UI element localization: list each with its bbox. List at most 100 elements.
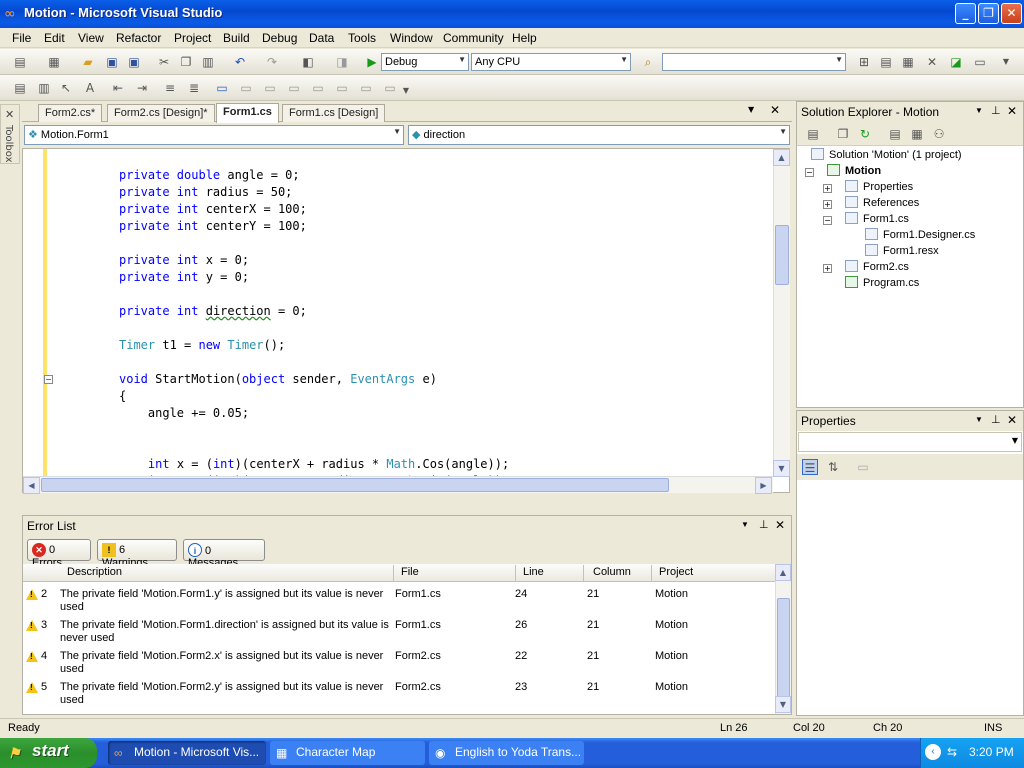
column-description[interactable]: Description <box>67 566 122 578</box>
tree-node-project[interactable]: Motion <box>827 164 881 177</box>
error-list-row[interactable]: 5 The private field 'Motion.Form2.y' is … <box>23 679 775 710</box>
active-files-dropdown-icon[interactable]: ▼ <box>748 105 754 114</box>
error-list-row[interactable]: 2 The private field 'Motion.Form1.y' is … <box>23 586 775 617</box>
editor-horizontal-scrollbar[interactable]: ◀ ▶ <box>23 476 773 494</box>
add-item-icon[interactable]: ▦ <box>46 54 62 70</box>
auto-hide-pin-icon[interactable]: ⊥ <box>991 104 1001 117</box>
menu-help[interactable]: Help <box>512 31 537 45</box>
editor-hscroll-thumb[interactable] <box>41 478 669 492</box>
save-all-icon[interactable]: ▣ <box>126 54 142 70</box>
code-editor[interactable]: private double angle = 0; private int ra… <box>22 148 790 494</box>
tree-node-solution[interactable]: Solution 'Motion' (1 project) <box>811 148 962 161</box>
error-list-scroll-thumb[interactable] <box>777 598 790 708</box>
previous-bookmark-in-document-icon[interactable]: ▭ <box>334 80 350 96</box>
scroll-up-icon[interactable]: ▲ <box>775 564 791 581</box>
scroll-down-icon[interactable]: ▼ <box>773 460 790 477</box>
errors-filter-button[interactable]: ✕ 0 Errors <box>27 539 91 569</box>
properties-window-icon[interactable]: ▤ <box>878 54 894 70</box>
tree-node-references[interactable]: References <box>845 196 919 209</box>
find-combo[interactable]: ▼ <box>662 53 846 71</box>
column-column[interactable]: Column <box>593 566 631 578</box>
properties-icon[interactable]: ▤ <box>805 126 821 142</box>
window-position-icon[interactable]: ▼ <box>975 415 983 424</box>
expand-toggle[interactable]: + <box>823 264 832 273</box>
expand-toggle[interactable]: + <box>823 184 832 193</box>
find-in-files-icon[interactable]: ⌕ <box>640 54 656 70</box>
editor-vertical-scrollbar[interactable]: ▲ ▼ <box>773 149 790 477</box>
tree-node-program[interactable]: Program.cs <box>845 276 919 289</box>
menu-window[interactable]: Window <box>390 31 433 45</box>
code-line-centerx[interactable]: private int centerX = 100; <box>119 202 307 216</box>
messages-filter-button[interactable]: i0 Messages <box>183 539 265 569</box>
tree-node-properties[interactable]: Properties <box>845 180 913 193</box>
object-browser-icon[interactable]: ▦ <box>900 54 916 70</box>
code-line-startmotion[interactable]: void StartMotion(object sender, EventArg… <box>119 372 437 386</box>
code-line-direction[interactable]: private int direction = 0; <box>119 304 307 318</box>
start-button[interactable]: ⚑ start <box>0 738 97 768</box>
column-divider[interactable] <box>651 565 652 581</box>
solution-platform-combo[interactable]: Any CPU ▼ <box>471 53 631 71</box>
code-line-centery[interactable]: private int centerY = 100; <box>119 219 307 233</box>
open-file-icon[interactable]: ▰ <box>80 54 96 70</box>
property-pages-icon[interactable]: ▭ <box>855 459 871 475</box>
close-button[interactable]: ✕ <box>1001 3 1022 24</box>
editor-scroll-thumb[interactable] <box>775 225 789 285</box>
menu-community[interactable]: Community <box>443 31 504 45</box>
scroll-right-icon[interactable]: ▶ <box>755 477 772 494</box>
next-bookmark-in-folder-icon[interactable]: ▭ <box>310 80 326 96</box>
code-line-radius[interactable]: private int radius = 50; <box>119 185 292 199</box>
next-bookmark-icon[interactable]: ▭ <box>262 80 278 96</box>
window-position-icon[interactable]: ▼ <box>975 106 983 115</box>
decrease-indent-icon[interactable]: ⇤ <box>110 80 126 96</box>
taskbar-item-visual-studio[interactable]: ∞ Motion - Microsoft Vis... <box>108 741 266 765</box>
show-all-files-icon[interactable]: ❐ <box>835 126 851 142</box>
start-page-icon[interactable]: ◪ <box>948 54 964 70</box>
network-icon[interactable]: ⇆ <box>947 745 957 759</box>
auto-hide-pin-icon[interactable]: ⊥ <box>759 518 769 531</box>
menu-tools[interactable]: Tools <box>348 31 376 45</box>
view-code-icon[interactable]: ▤ <box>887 126 903 142</box>
menu-refactor[interactable]: Refactor <box>116 31 161 45</box>
error-list-row[interactable]: 4 The private field 'Motion.Form2.x' is … <box>23 648 775 679</box>
close-panel-icon[interactable]: ✕ <box>775 518 785 532</box>
view-designer-icon[interactable]: ▦ <box>909 126 925 142</box>
code-line-angle-increment[interactable]: angle += 0.05; <box>119 406 249 420</box>
column-line[interactable]: Line <box>523 566 544 578</box>
code-line-angle[interactable]: private double angle = 0; <box>119 168 300 182</box>
code-line-y[interactable]: private int y = 0; <box>119 270 249 284</box>
taskbar-item-character-map[interactable]: ▦ Character Map <box>270 741 425 765</box>
tree-node-form1-designer[interactable]: Form1.Designer.cs <box>865 228 975 241</box>
toolbox-icon[interactable]: ✕ <box>924 54 940 70</box>
menu-view[interactable]: View <box>78 31 104 45</box>
menu-project[interactable]: Project <box>174 31 211 45</box>
tree-node-form2[interactable]: Form2.cs <box>845 260 909 273</box>
menu-edit[interactable]: Edit <box>44 31 65 45</box>
toggle-bookmark-icon[interactable]: ▭ <box>214 80 230 96</box>
tab-form1-cs[interactable]: Form1.cs <box>216 103 279 123</box>
warnings-filter-button[interactable]: ! 6 Warnings <box>97 539 177 569</box>
display-word-completion-icon[interactable]: A <box>82 80 98 96</box>
navigate-forward-icon[interactable]: ◨ <box>334 54 350 70</box>
indicator-margin[interactable] <box>23 149 43 492</box>
minimize-button[interactable]: _ <box>955 3 976 24</box>
solution-configuration-combo[interactable]: Debug ▼ <box>381 53 469 71</box>
refresh-icon[interactable]: ↻ <box>857 126 873 142</box>
new-project-icon[interactable]: ▤ <box>12 54 28 70</box>
scroll-down-icon[interactable]: ▼ <box>775 696 791 713</box>
tab-form1-design[interactable]: Form1.cs [Design] <box>282 104 386 122</box>
collapse-toggle[interactable]: − <box>823 216 832 225</box>
tree-node-form1[interactable]: Form1.cs <box>845 212 909 225</box>
window-position-icon[interactable]: ▼ <box>741 520 749 529</box>
previous-bookmark-in-folder-icon[interactable]: ▭ <box>286 80 302 96</box>
code-line-open-brace[interactable]: { <box>119 389 126 403</box>
display-quick-info-icon[interactable]: ↖ <box>58 80 74 96</box>
comment-out-lines-icon[interactable]: ≡ <box>162 80 178 96</box>
code-line-timer[interactable]: Timer t1 = new Timer(); <box>119 338 285 352</box>
display-parameter-info-icon[interactable]: ▥ <box>36 80 52 96</box>
column-file[interactable]: File <box>401 566 419 578</box>
collapse-toggle[interactable]: − <box>805 168 814 177</box>
toolbar-overflow-icon[interactable]: ▼ <box>998 54 1014 70</box>
toolbox-tab[interactable]: ✕ Toolbox <box>0 104 20 164</box>
error-list-row[interactable]: 3 The private field 'Motion.Form1.direct… <box>23 617 775 648</box>
auto-hide-pin-icon[interactable]: ⊥ <box>991 413 1001 426</box>
